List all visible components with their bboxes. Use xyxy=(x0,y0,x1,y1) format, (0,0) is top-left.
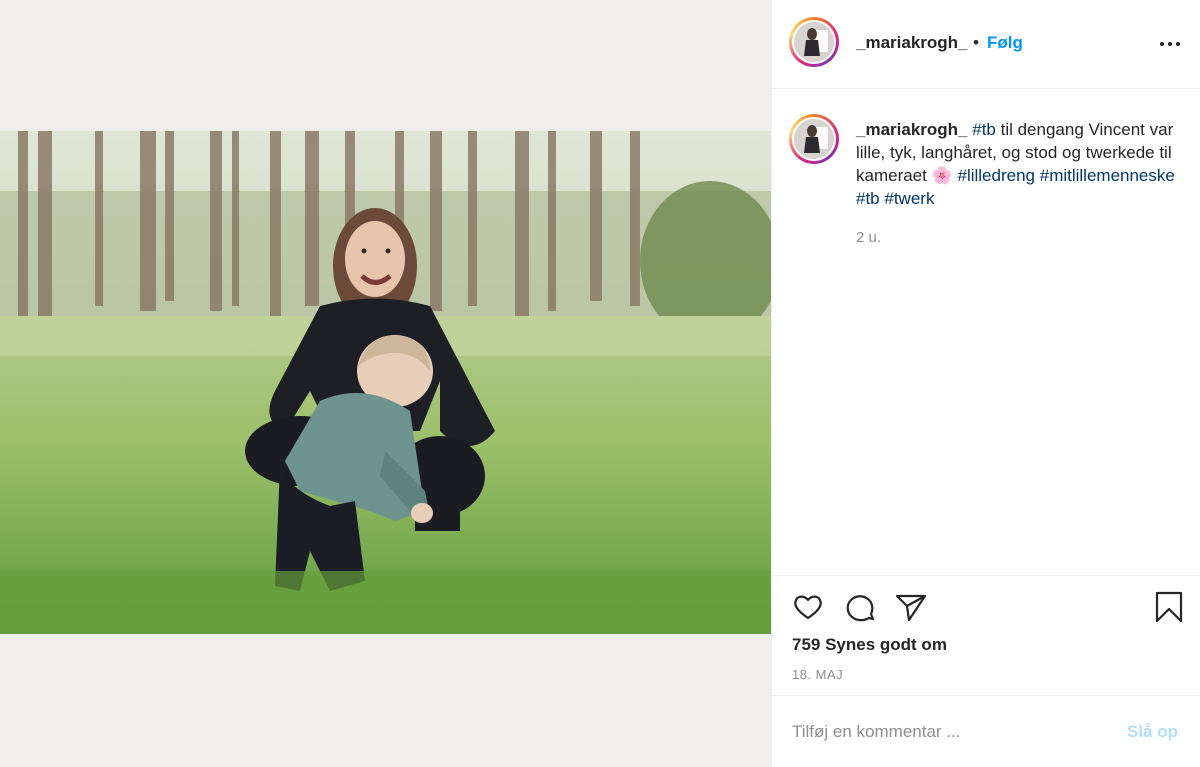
post-header: _mariakrogh_ • Følg xyxy=(772,0,1200,89)
flower-emoji: 🌸 xyxy=(931,166,953,185)
bookmark-icon[interactable] xyxy=(1154,591,1184,628)
author-avatar[interactable] xyxy=(789,17,839,67)
share-icon[interactable] xyxy=(894,591,928,628)
post-details-panel: _mariakrogh_ • Følg _mariakrogh_ #tb til… xyxy=(771,0,1200,767)
caption-author-avatar[interactable] xyxy=(789,114,839,164)
follow-button[interactable]: Følg xyxy=(987,33,1023,53)
comment-input[interactable] xyxy=(792,719,1092,745)
hashtag-twerk[interactable]: #twerk xyxy=(884,189,934,208)
post-actions: 759 Synes godt om 18. MAJ xyxy=(772,575,1200,696)
post-caption: _mariakrogh_ #tb til dengang Vincent var… xyxy=(856,118,1186,210)
post-date: 18. MAJ xyxy=(792,667,844,682)
hashtag-tb-2[interactable]: #tb xyxy=(856,189,880,208)
caption-time-ago: 2 u. xyxy=(856,229,882,246)
caption-username[interactable]: _mariakrogh_ xyxy=(856,120,968,139)
post-photo[interactable] xyxy=(0,131,771,634)
avatar-photo xyxy=(794,22,834,62)
hashtag-mitlillemenneske[interactable]: #mitlillemenneske xyxy=(1040,166,1175,185)
author-username[interactable]: _mariakrogh_ xyxy=(856,33,968,53)
post-photo-image xyxy=(0,131,771,634)
heart-icon[interactable] xyxy=(792,591,824,628)
hashtag-lilledreng[interactable]: #lilledreng xyxy=(958,166,1036,185)
likes-count[interactable]: 759 Synes godt om xyxy=(792,635,947,655)
more-options-icon[interactable] xyxy=(1159,34,1183,54)
separator-dot: • xyxy=(973,33,979,52)
post-comment-button[interactable]: Slå op xyxy=(1127,722,1178,742)
avatar-photo xyxy=(794,119,834,159)
comment-icon[interactable] xyxy=(844,591,876,628)
hashtag-tb[interactable]: #tb xyxy=(972,120,996,139)
post-media-area xyxy=(0,0,771,767)
